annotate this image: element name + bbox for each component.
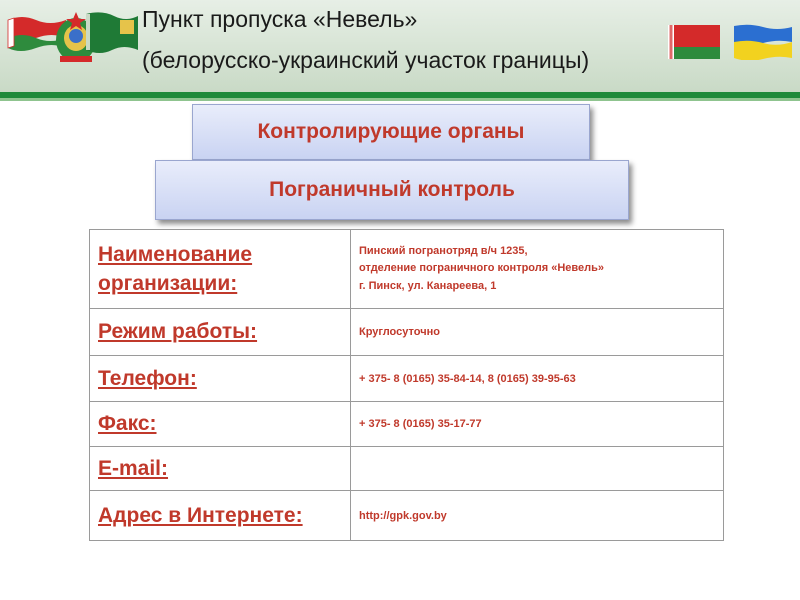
table-cell-value: + 375- 8 (0165) 35-84-14, 8 (0165) 39-95… [350,355,724,402]
table-cell-label: Адрес в Интернете: [89,490,351,541]
organization-name-label: Наименование организации: [98,242,253,295]
belarus-flag-icon [668,25,720,59]
fax-value: + 375- 8 (0165) 35-17-77 [359,418,482,431]
table-cell-label: Режим работы: [89,308,351,356]
table-row: Телефон: + 375- 8 (0165) 35-84-14, 8 (01… [89,355,724,402]
table-row: Факс: + 375- 8 (0165) 35-17-77 [89,401,724,447]
table-cell-value: http://gpk.gov.by [350,490,724,541]
table-cell-label: E-mail: [89,446,351,491]
table-cell-label: Факс: [89,401,351,447]
working-hours-value: Круглосуточно [359,326,440,339]
table-row: E-mail: [89,446,724,491]
website-link[interactable]: http://gpk.gov.by [359,510,447,522]
phone-label: Телефон: [98,366,197,390]
ukraine-flag-icon [734,24,792,60]
info-table: Наименование организации: Пинский погран… [89,229,724,541]
email-label: E-mail: [98,456,169,480]
fax-label: Факс: [98,412,157,436]
table-cell-value: Пинский погранотряд в/ч 1235, отделение … [350,229,724,309]
table-row: Режим работы: Круглосуточно [89,308,724,356]
page-subtitle: (белорусско-украинский участок границы) [142,47,590,73]
border-control-box: Пограничный контроль [155,160,629,220]
table-cell-value [350,446,724,491]
table-cell-value: Круглосуточно [350,308,724,356]
website-label: Адрес в Интернете: [98,503,303,527]
table-cell-label: Телефон: [89,355,351,402]
page-title: Пункт пропуска «Невель» [142,6,418,32]
organization-name-value: Пинский погранотряд в/ч 1235, отделение … [359,245,604,292]
working-hours-label: Режим работы: [98,320,258,344]
header-divider-light [0,98,800,101]
border-troops-flag-icon [86,12,138,53]
table-cell-label: Наименование организации: [89,229,351,309]
table-row: Наименование организации: Пинский погран… [89,229,724,309]
phone-value: + 375- 8 (0165) 35-84-14, 8 (0165) 39-95… [359,372,576,385]
table-row: Адрес в Интернете: http://gpk.gov.by [89,490,724,541]
table-cell-value: + 375- 8 (0165) 35-17-77 [350,401,724,447]
controlling-authorities-box: Контролирующие органы [192,104,590,160]
